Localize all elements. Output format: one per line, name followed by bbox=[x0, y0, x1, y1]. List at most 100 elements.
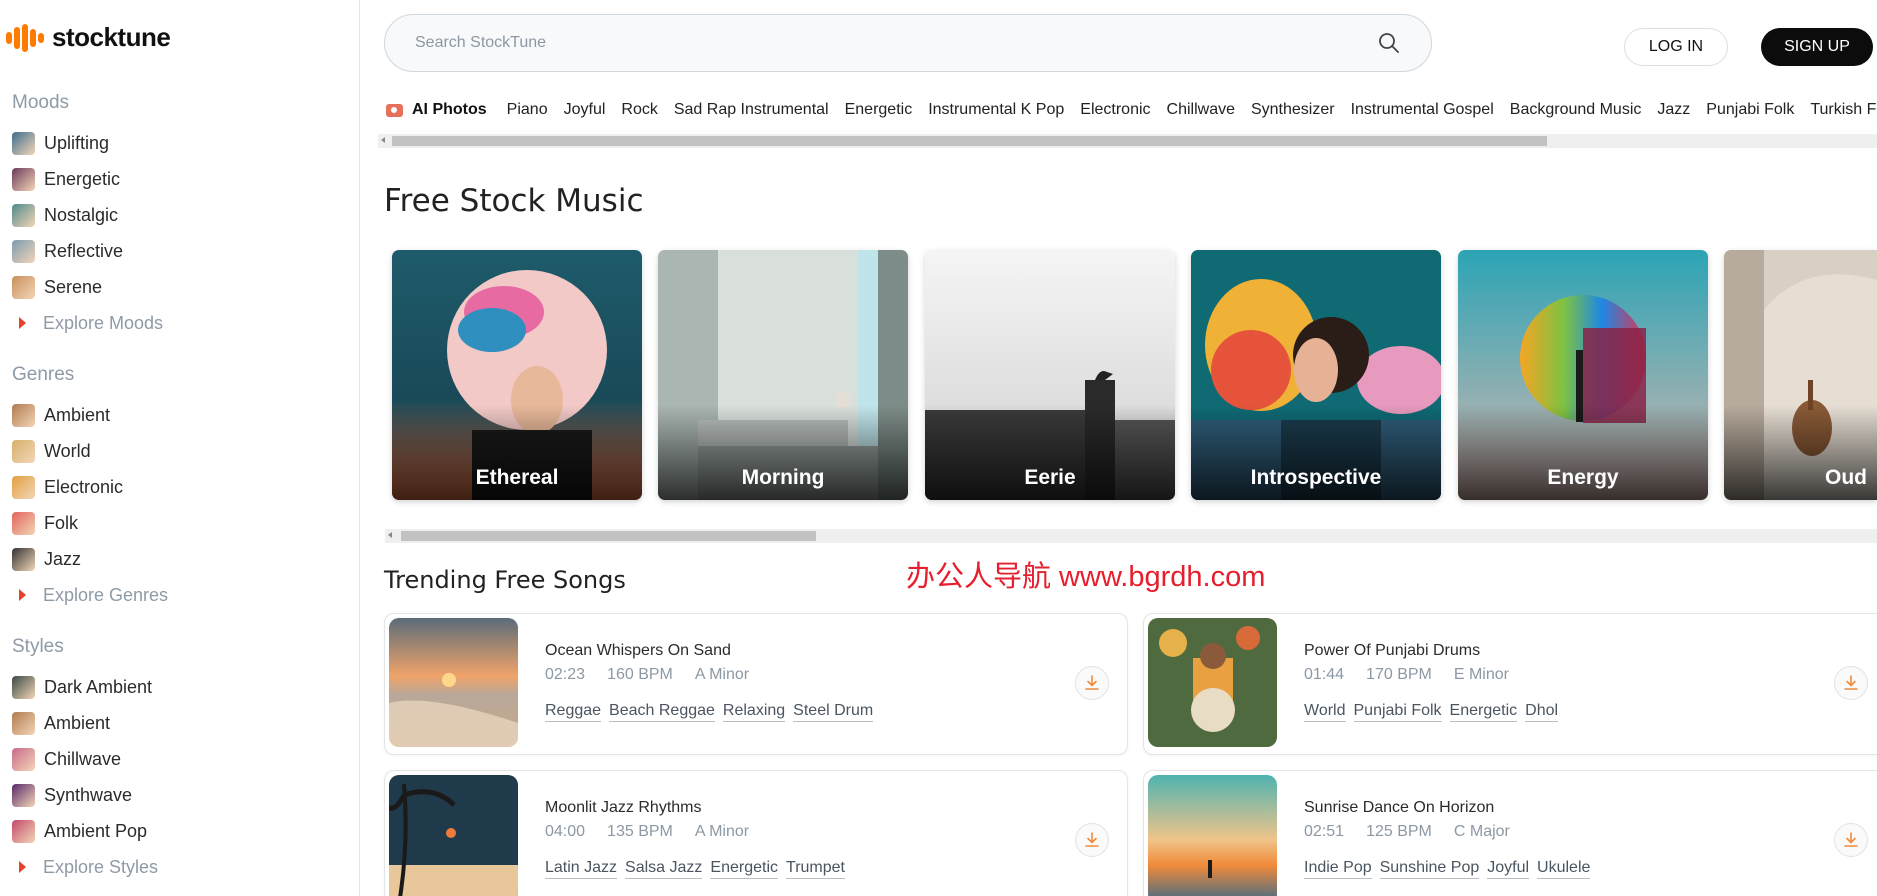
sidebar-thumbnail bbox=[12, 819, 35, 843]
ai-photos-link[interactable]: AI Photos bbox=[386, 101, 487, 119]
sidebar-item-label: Ambient bbox=[44, 404, 111, 425]
scrollbar-thumb[interactable] bbox=[401, 531, 816, 541]
login-button[interactable]: LOG IN bbox=[1624, 28, 1728, 66]
song-tag[interactable]: Salsa Jazz bbox=[625, 859, 703, 879]
sidebar-thumbnail bbox=[12, 747, 35, 771]
tag-link[interactable]: Turkish Folk bbox=[1810, 101, 1877, 119]
tag-link[interactable]: Background Music bbox=[1510, 101, 1642, 119]
song-tag[interactable]: Punjabi Folk bbox=[1353, 702, 1442, 722]
tag-link[interactable]: Instrumental Gospel bbox=[1351, 101, 1494, 119]
song-meta: 01:44 170 BPM E Minor bbox=[1304, 666, 1509, 684]
song-tag[interactable]: Ukulele bbox=[1537, 859, 1591, 879]
sidebar: stocktune Moods Uplifting Energetic Nostal… bbox=[0, 0, 360, 896]
song-tag[interactable]: World bbox=[1304, 702, 1346, 722]
sidebar-thumbnail bbox=[12, 239, 35, 263]
sidebar-item-ambient-pop[interactable]: Ambient Pop bbox=[12, 813, 158, 849]
search-bar[interactable] bbox=[384, 14, 1432, 72]
scroll-left-icon[interactable] bbox=[388, 532, 392, 538]
sidebar-item-dark-ambient[interactable]: Dark Ambient bbox=[12, 669, 158, 705]
song-tag[interactable]: Sunshine Pop bbox=[1379, 859, 1480, 879]
song-title[interactable]: Ocean Whispers On Sand bbox=[545, 642, 731, 660]
song-card[interactable]: Moonlit Jazz Rhythms 04:00 135 BPM A Min… bbox=[384, 770, 1128, 896]
song-card[interactable]: Power Of Punjabi Drums 01:44 170 BPM E M… bbox=[1143, 613, 1877, 755]
song-tag[interactable]: Beach Reggae bbox=[609, 702, 715, 722]
signup-button[interactable]: SIGN UP bbox=[1761, 28, 1873, 66]
explore-styles-link[interactable]: Explore Styles bbox=[12, 849, 158, 885]
sidebar-item-folk[interactable]: Folk bbox=[12, 505, 168, 541]
sidebar-item-ambient[interactable]: Ambient bbox=[12, 705, 158, 741]
song-tag[interactable]: Latin Jazz bbox=[545, 859, 618, 879]
tag-link[interactable]: Synthesizer bbox=[1251, 101, 1335, 119]
song-tag[interactable]: Energetic bbox=[710, 859, 779, 879]
card-label: Energy bbox=[1547, 466, 1619, 489]
tag-link[interactable]: Instrumental K Pop bbox=[928, 101, 1064, 119]
search-icon[interactable] bbox=[1377, 31, 1401, 55]
download-button[interactable] bbox=[1075, 666, 1109, 700]
card-eerie[interactable]: Eerie bbox=[925, 250, 1175, 500]
song-duration: 02:51 bbox=[1304, 823, 1345, 840]
sidebar-item-label: Ambient bbox=[44, 712, 111, 733]
card-ethereal[interactable]: Ethereal bbox=[392, 250, 642, 500]
sidebar-item-serene[interactable]: Serene bbox=[12, 269, 163, 305]
card-introspective[interactable]: Introspective bbox=[1191, 250, 1441, 500]
song-tags: Latin Jazz Salsa Jazz Energetic Trumpet bbox=[545, 859, 845, 879]
genres-section: Genres Ambient World Electronic Folk Jazz Ex… bbox=[12, 364, 168, 613]
song-tag[interactable]: Steel Drum bbox=[793, 702, 874, 722]
tag-link[interactable]: Electronic bbox=[1080, 101, 1150, 119]
song-key: C Major bbox=[1453, 823, 1510, 840]
tag-link[interactable]: Sad Rap Instrumental bbox=[674, 101, 829, 119]
sidebar-item-world[interactable]: World bbox=[12, 433, 168, 469]
sidebar-item-label: Folk bbox=[44, 512, 79, 533]
sidebar-item-chillwave[interactable]: Chillwave bbox=[12, 741, 158, 777]
song-title[interactable]: Sunrise Dance On Horizon bbox=[1304, 799, 1494, 817]
sidebar-item-ambient[interactable]: Ambient bbox=[12, 397, 168, 433]
song-tag[interactable]: Trumpet bbox=[786, 859, 845, 879]
explore-moods-link[interactable]: Explore Moods bbox=[12, 305, 163, 341]
tag-link[interactable]: Joyful bbox=[564, 101, 606, 119]
tag-link[interactable]: Chillwave bbox=[1167, 101, 1235, 119]
song-tag[interactable]: Relaxing bbox=[722, 702, 786, 722]
tag-link[interactable]: Piano bbox=[507, 101, 548, 119]
sidebar-item-label: Electronic bbox=[44, 476, 124, 497]
song-key: A Minor bbox=[694, 823, 750, 840]
song-tag[interactable]: Energetic bbox=[1449, 702, 1518, 722]
card-morning[interactable]: Morning bbox=[658, 250, 908, 500]
tag-link[interactable]: Energetic bbox=[845, 101, 913, 119]
tag-link[interactable]: Rock bbox=[621, 101, 657, 119]
song-cover bbox=[389, 775, 518, 896]
sidebar-item-energetic[interactable]: Energetic bbox=[12, 161, 163, 197]
download-button[interactable] bbox=[1834, 823, 1868, 857]
song-card[interactable]: Sunrise Dance On Horizon 02:51 125 BPM C… bbox=[1143, 770, 1877, 896]
tag-link[interactable]: Punjabi Folk bbox=[1706, 101, 1794, 119]
download-button[interactable] bbox=[1075, 823, 1109, 857]
scrollbar-thumb[interactable] bbox=[392, 136, 1547, 146]
tag-link[interactable]: Jazz bbox=[1657, 101, 1690, 119]
sidebar-item-electronic[interactable]: Electronic bbox=[12, 469, 168, 505]
cards-scrollbar[interactable] bbox=[385, 529, 1877, 543]
sidebar-item-nostalgic[interactable]: Nostalgic bbox=[12, 197, 163, 233]
search-input[interactable] bbox=[415, 34, 1377, 52]
scroll-left-icon[interactable] bbox=[381, 137, 385, 143]
sidebar-item-label: Ambient Pop bbox=[44, 820, 148, 841]
card-oud[interactable]: Oud bbox=[1724, 250, 1877, 500]
explore-styles-label: Explore Styles bbox=[43, 856, 159, 877]
song-title[interactable]: Moonlit Jazz Rhythms bbox=[545, 799, 702, 817]
sidebar-item-label: Synthwave bbox=[44, 784, 133, 805]
card-energy[interactable]: Energy bbox=[1458, 250, 1708, 500]
sidebar-item-uplifting[interactable]: Uplifting bbox=[12, 125, 163, 161]
song-tag[interactable]: Indie Pop bbox=[1304, 859, 1372, 879]
sidebar-item-jazz[interactable]: Jazz bbox=[12, 541, 168, 577]
song-title[interactable]: Power Of Punjabi Drums bbox=[1304, 642, 1480, 660]
logo[interactable]: stocktune bbox=[4, 22, 171, 53]
card-label: Introspective bbox=[1250, 466, 1382, 489]
tag-scrollbar[interactable] bbox=[378, 134, 1877, 148]
song-tag[interactable]: Dhol bbox=[1525, 702, 1559, 722]
explore-genres-link[interactable]: Explore Genres bbox=[12, 577, 168, 613]
sidebar-item-synthwave[interactable]: Synthwave bbox=[12, 777, 158, 813]
song-tag[interactable]: Joyful bbox=[1487, 859, 1530, 879]
song-tag[interactable]: Reggae bbox=[545, 702, 602, 722]
sidebar-item-reflective[interactable]: Reflective bbox=[12, 233, 163, 269]
song-card[interactable]: Ocean Whispers On Sand 02:23 160 BPM A M… bbox=[384, 613, 1128, 755]
download-icon bbox=[1085, 675, 1099, 690]
download-button[interactable] bbox=[1834, 666, 1868, 700]
